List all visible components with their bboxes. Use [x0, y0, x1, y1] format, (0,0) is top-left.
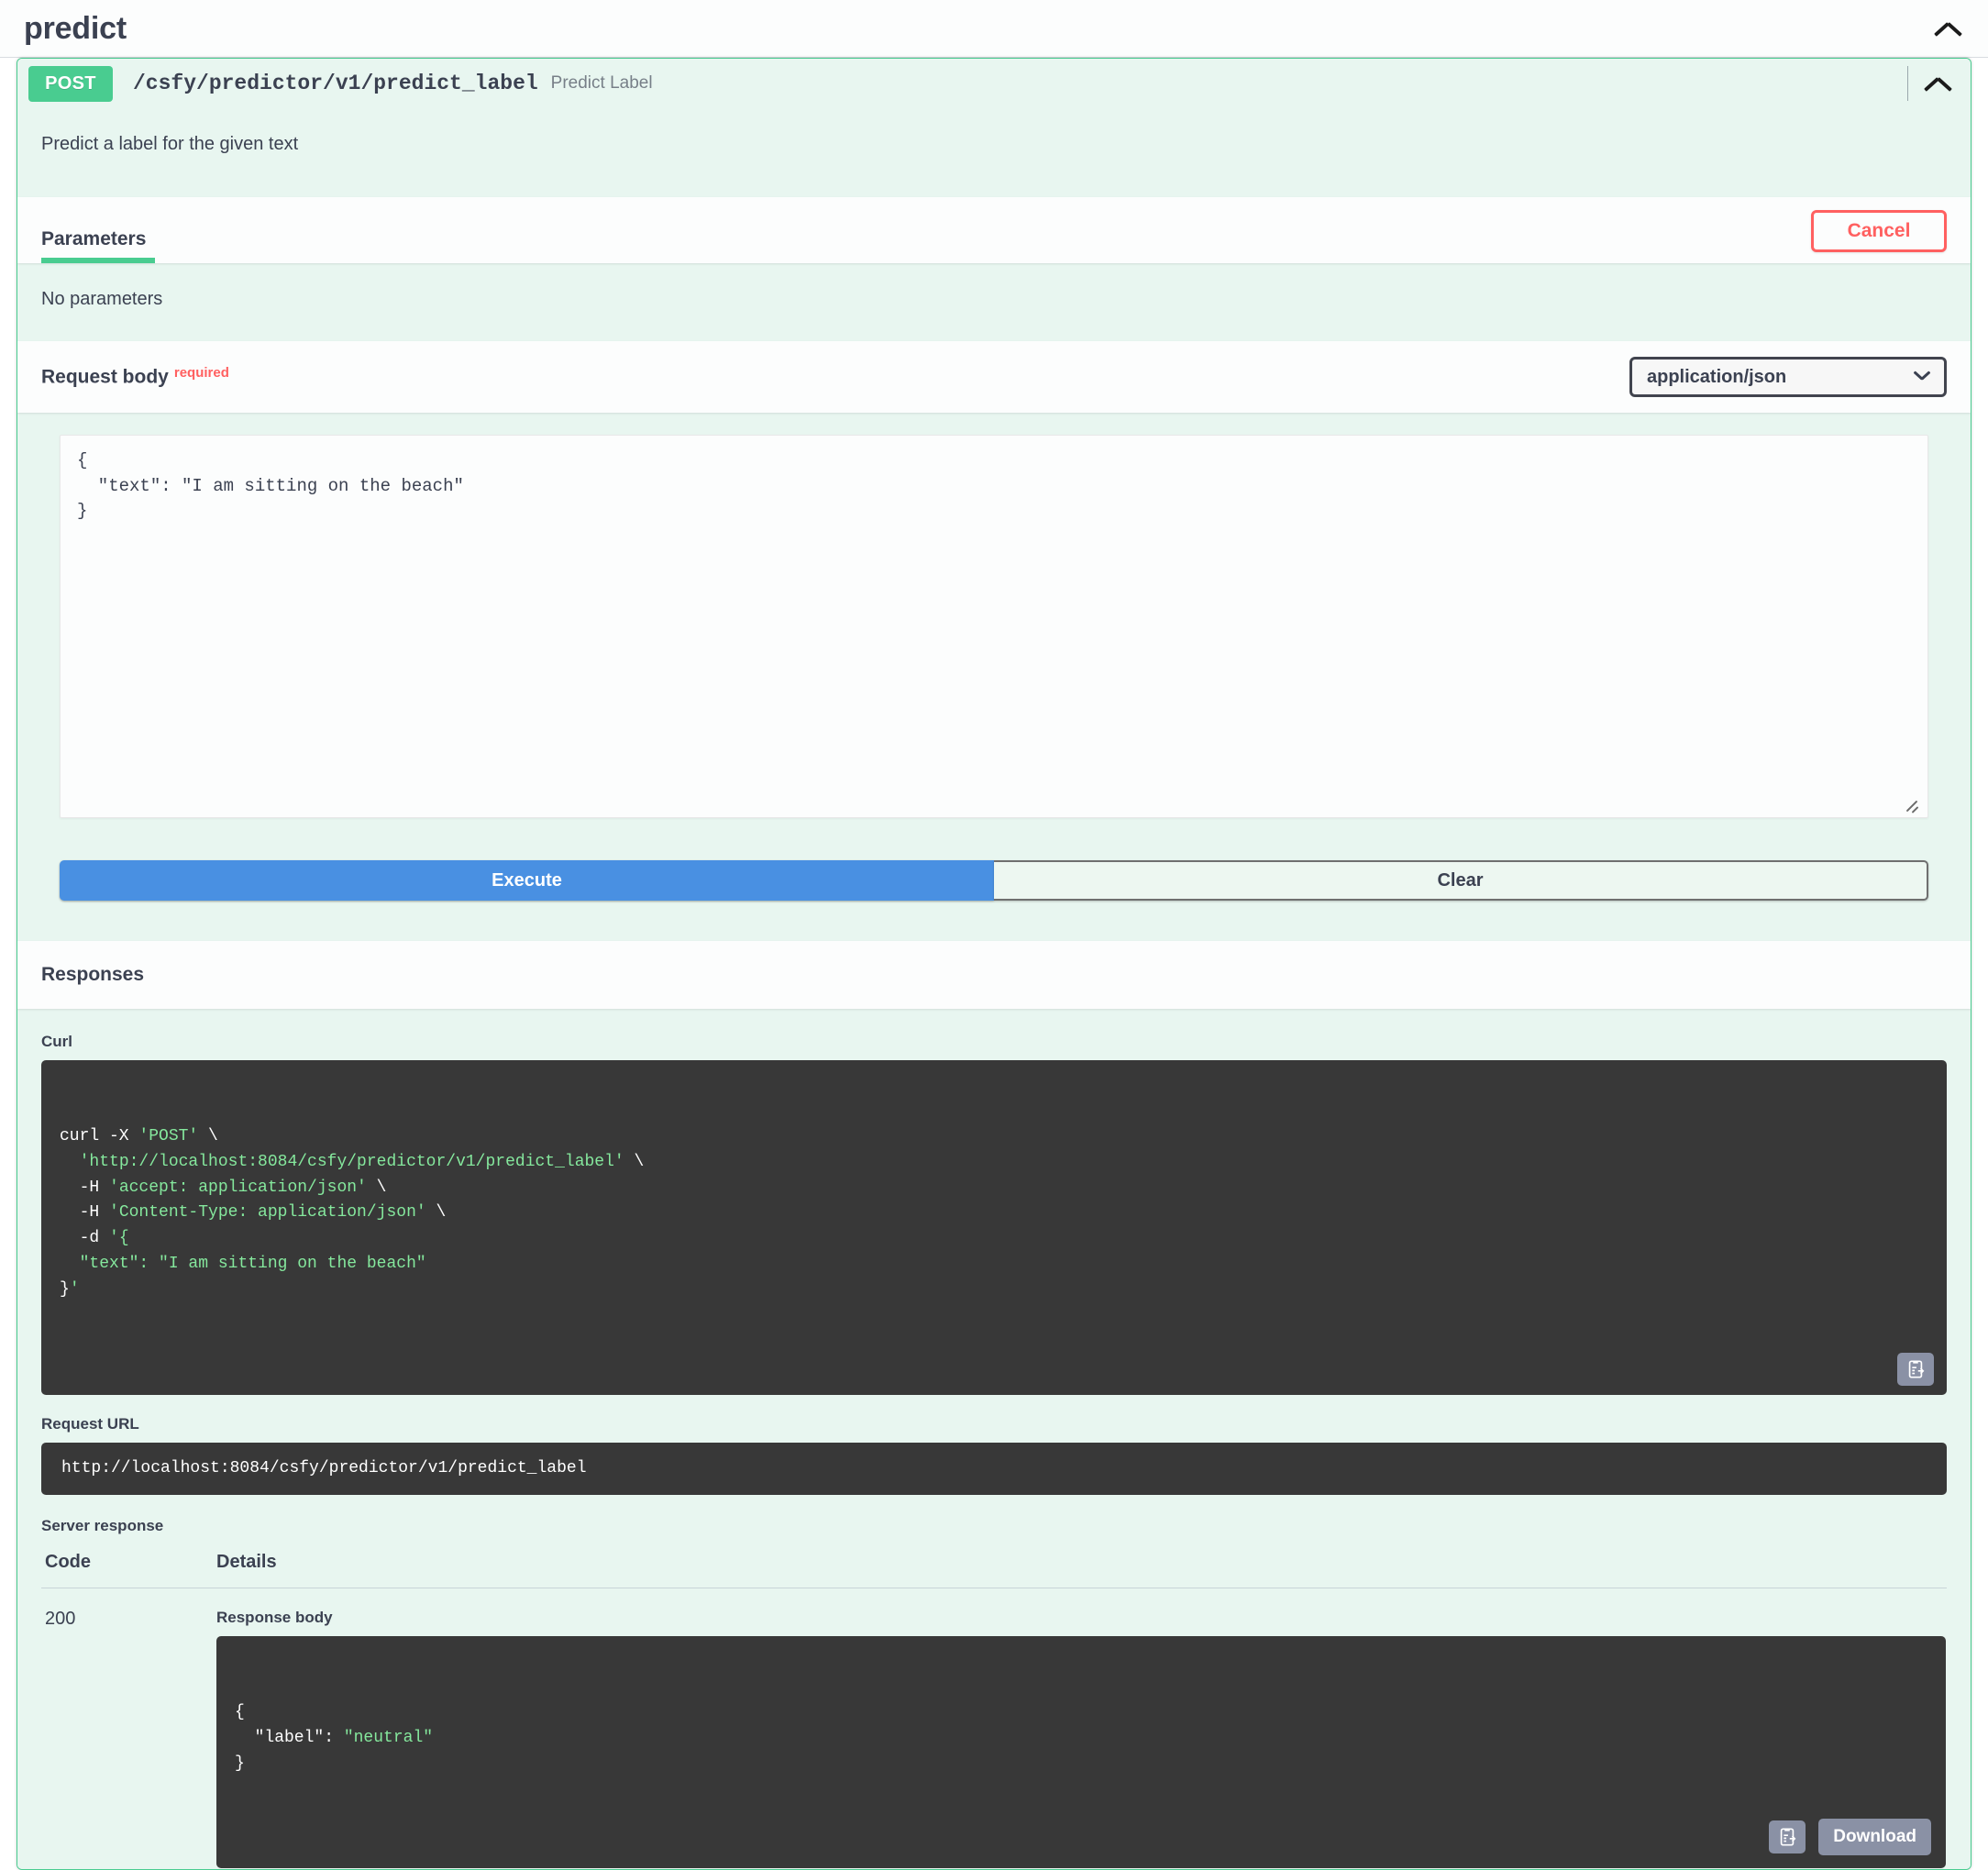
curl-command-block[interactable]: curl -X 'POST' \ 'http://localhost:8084/…: [41, 1060, 1947, 1395]
server-response-label: Server response: [41, 1517, 164, 1535]
operation-block: POST /csfy/predictor/v1/predict_label Pr…: [17, 58, 1971, 1870]
column-header-details: Details: [130, 1546, 1947, 1589]
chevron-down-icon: [1913, 371, 1931, 383]
operation-summary-text: Predict Label: [550, 73, 653, 93]
request-body-header-row: Request body required application/json: [17, 341, 1971, 413]
responses-header-row: Responses: [17, 941, 1971, 1009]
response-details-cell: Response body { "label": "neutral" } Dow…: [130, 1588, 1947, 1870]
copy-to-clipboard-icon[interactable]: [1897, 1352, 1934, 1386]
resize-handle-icon[interactable]: [1903, 796, 1919, 813]
table-row: 200 Response body { "label": "neutral" }: [41, 1588, 1947, 1870]
column-header-code: Code: [41, 1546, 130, 1589]
operation-summary-bar[interactable]: POST /csfy/predictor/v1/predict_label Pr…: [17, 59, 1971, 108]
parameters-tab-label: Parameters: [41, 228, 147, 249]
operation-path: /csfy/predictor/v1/predict_label: [133, 72, 538, 95]
curl-label: Curl: [41, 1033, 72, 1050]
responses-body-row: Curl curl -X 'POST' \ 'http://localhost:…: [17, 1009, 1971, 1870]
no-parameters-text: No parameters: [41, 289, 163, 309]
parameters-empty-row: No parameters: [17, 263, 1971, 341]
content-type-value: application/json: [1647, 366, 1787, 387]
required-badge: required: [173, 365, 229, 382]
divider: [1907, 66, 1908, 101]
request-body-label: Request body: [41, 366, 169, 388]
action-buttons-row: Execute Clear: [17, 818, 1971, 941]
download-button[interactable]: Download: [1818, 1819, 1931, 1856]
tab-parameters[interactable]: Parameters: [41, 228, 155, 263]
operation-description-row: Predict a label for the given text: [17, 108, 1971, 197]
parameters-header-row: Parameters Cancel: [17, 197, 1971, 263]
response-status-code: 200: [45, 1609, 76, 1630]
tag-header[interactable]: predict: [0, 0, 1988, 58]
response-body-label: Response body: [216, 1609, 333, 1627]
http-method-badge: POST: [28, 65, 113, 102]
curl-command-text: curl -X 'POST' \ 'http://localhost:8084/…: [60, 1126, 645, 1300]
copy-to-clipboard-icon[interactable]: [1769, 1820, 1806, 1854]
request-body-editor-row: { "text": "I am sitting on the beach" } …: [17, 413, 1971, 941]
response-body-text: { "label": "neutral" }: [235, 1703, 434, 1773]
cancel-button[interactable]: Cancel: [1811, 210, 1947, 252]
request-body-editor[interactable]: { "text": "I am sitting on the beach" }: [60, 435, 1928, 818]
execute-button[interactable]: Execute: [60, 860, 994, 901]
response-body-actions: Download: [1769, 1819, 1931, 1856]
clear-button[interactable]: Clear: [994, 860, 1928, 901]
page-title: predict: [24, 10, 127, 46]
response-body-block[interactable]: { "label": "neutral" } Download: [216, 1636, 1946, 1869]
server-response-table: Code Details 200 Response body { "label"…: [41, 1546, 1947, 1869]
operation-description: Predict a label for the given text: [41, 134, 299, 154]
content-type-select[interactable]: application/json: [1629, 357, 1947, 397]
active-tab-underline: [41, 258, 155, 263]
chevron-up-icon[interactable]: [1933, 19, 1964, 38]
responses-title: Responses: [41, 964, 145, 985]
operation-collapse-toggle[interactable]: [1907, 59, 1971, 108]
request-url-block: http://localhost:8084/csfy/predictor/v1/…: [41, 1442, 1947, 1496]
request-body-label-group: Request body required: [41, 365, 229, 388]
chevron-up-icon[interactable]: [1923, 74, 1954, 93]
request-url-label: Request URL: [41, 1414, 139, 1433]
table-header-row: Code Details: [41, 1546, 1947, 1589]
